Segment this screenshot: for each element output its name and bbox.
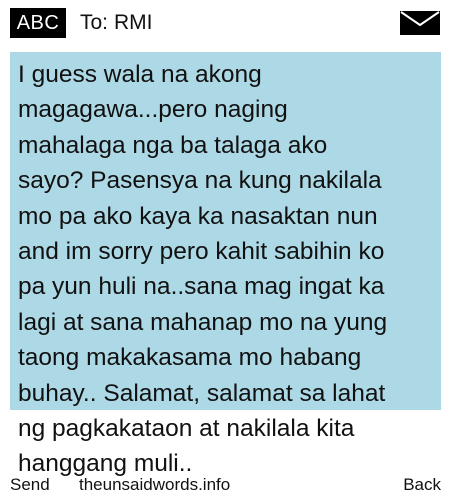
recipient-field[interactable]: To: RMI	[80, 9, 153, 37]
message-editor[interactable]: I guess wala na akong magagawa...pero na…	[10, 52, 442, 484]
watermark-text: theunsaidwords.info	[79, 475, 231, 494]
softkey-bar: Send theunsaidwords.info Back	[0, 472, 450, 498]
input-mode-badge: ABC	[10, 8, 66, 38]
envelope-icon	[400, 11, 440, 35]
to-label: To:	[80, 11, 109, 34]
message-header: ABC To: RMI	[0, 0, 450, 48]
send-softkey[interactable]: Send	[10, 474, 50, 496]
message-body[interactable]: I guess wala na akong magagawa...pero na…	[18, 57, 438, 482]
recipient-name: RMI	[114, 11, 153, 34]
back-softkey[interactable]: Back	[403, 474, 441, 496]
